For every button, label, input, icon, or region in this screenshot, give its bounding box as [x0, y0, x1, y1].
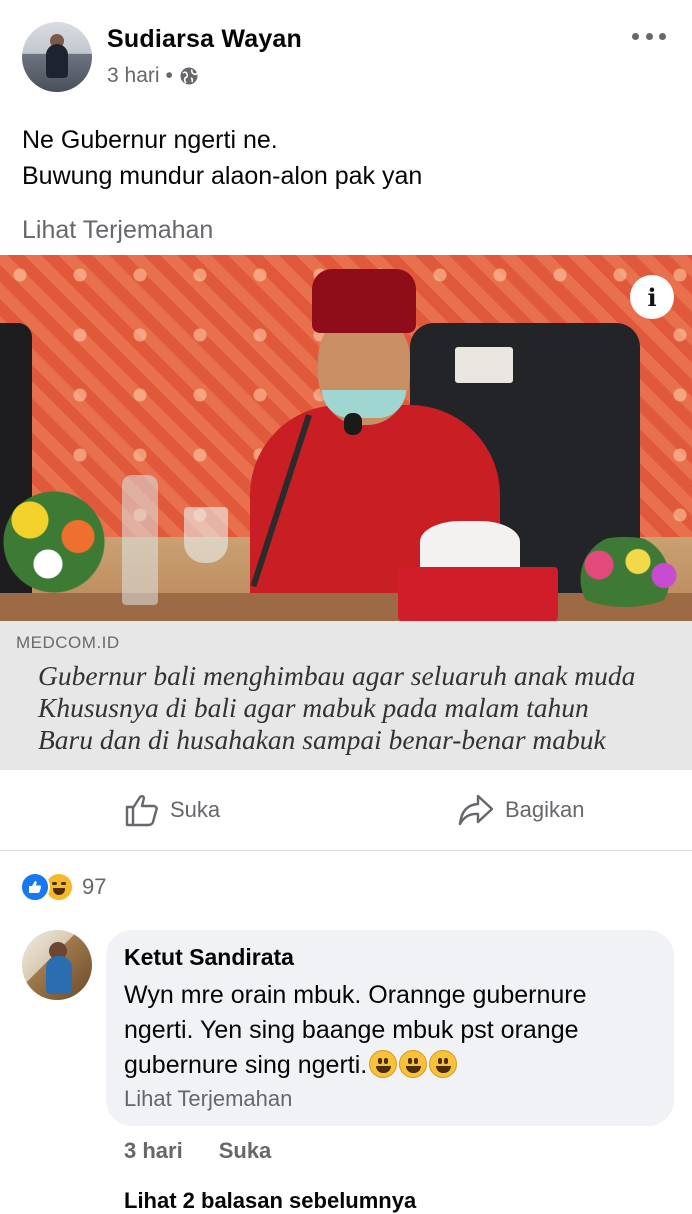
- share-button[interactable]: Bagikan: [457, 770, 585, 850]
- caption-line: Khususnya di bali agar mabuk pada malam …: [38, 692, 589, 723]
- grinning-emoji-icon: [429, 1050, 458, 1078]
- reaction-count: 97: [82, 874, 107, 899]
- post-time[interactable]: 3 hari: [107, 64, 160, 88]
- photo-tissue-box: [398, 567, 558, 621]
- photo-tissue: [420, 521, 520, 573]
- post-meta: 3 hari •: [107, 64, 199, 88]
- post-action-bar: Suka Bagikan: [0, 770, 692, 851]
- comment-text: Wyn mre orain mbuk. Orannge gubernure ng…: [124, 978, 664, 1083]
- like-reaction-icon: [20, 872, 50, 902]
- commenter-name[interactable]: Ketut Sandirata: [124, 944, 294, 971]
- post-text-line: Ne Gubernur ngerti ne.: [22, 126, 278, 154]
- post-text-line: Buwung mundur alaon-alon pak yan: [22, 162, 423, 190]
- grinning-emoji-icon: [399, 1050, 428, 1078]
- image-source-label: MEDCOM.ID: [16, 633, 120, 652]
- comment-meta: 3 hari Suka: [124, 1138, 271, 1164]
- comment-line: gubernure sing ngerti.: [124, 1051, 368, 1079]
- comment-line: Wyn mre orain mbuk. Orannge gubernure: [124, 981, 587, 1009]
- like-label: Suka: [170, 797, 221, 822]
- author-name[interactable]: Sudiarsa Wayan: [107, 25, 302, 54]
- info-icon[interactable]: i: [630, 275, 674, 319]
- comment-line: ngerti. Yen sing baange mbuk pst orange: [124, 1016, 579, 1044]
- share-label: Bagikan: [505, 797, 585, 822]
- post-text: Ne Gubernur ngerti ne. Buwung mundur ala…: [22, 122, 422, 194]
- meta-separator: •: [165, 64, 173, 87]
- view-previous-replies-link[interactable]: Lihat 2 balasan sebelumnya: [124, 1188, 416, 1214]
- commenter-avatar[interactable]: [22, 930, 92, 1000]
- photo-person-hat: [312, 269, 416, 333]
- comment-time[interactable]: 3 hari: [124, 1138, 183, 1164]
- share-arrow-icon: [458, 794, 494, 826]
- globe-icon: [180, 67, 198, 85]
- image-caption: Gubernur bali menghimbau agar seluaruh a…: [38, 660, 688, 756]
- comment-line-last: gubernure sing ngerti.: [124, 1048, 664, 1083]
- comment-see-translation-link[interactable]: Lihat Terjemahan: [124, 1086, 292, 1112]
- caption-line: Baru dan di husahakan sampai benar-benar…: [38, 724, 606, 755]
- photo-flowers-right: [560, 537, 690, 607]
- author-avatar[interactable]: [22, 22, 92, 92]
- photo-bottle: [122, 475, 158, 605]
- post-photo[interactable]: [0, 255, 692, 621]
- comment-like-link[interactable]: Suka: [219, 1138, 272, 1164]
- see-translation-link[interactable]: Lihat Terjemahan: [22, 216, 213, 245]
- photo-name-plate: [455, 347, 513, 383]
- photo-glass: [184, 507, 228, 563]
- like-button[interactable]: Suka: [124, 770, 220, 850]
- thumbs-up-icon: [125, 795, 158, 827]
- comment-bubble: Ketut Sandirata Wyn mre orain mbuk. Oran…: [106, 930, 674, 1126]
- grinning-emoji-icon: [369, 1050, 398, 1078]
- more-options-icon[interactable]: [632, 24, 666, 48]
- reactions-summary[interactable]: 97: [20, 872, 106, 902]
- photo-microphone: [344, 413, 362, 435]
- caption-line: Gubernur bali menghimbau agar seluaruh a…: [38, 660, 636, 691]
- post-header: Sudiarsa Wayan 3 hari •: [0, 0, 692, 110]
